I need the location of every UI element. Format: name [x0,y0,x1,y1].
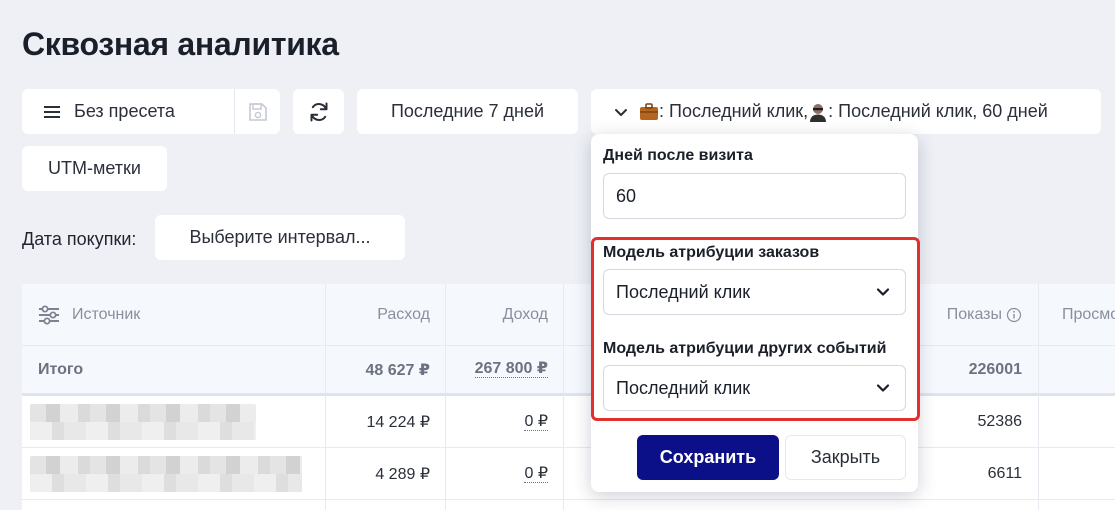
source-name-blurred [30,456,302,492]
row-impressions: 6611 [987,465,1022,482]
expense-header-label: Расход [377,306,430,323]
totals-impressions: 226001 [968,360,1022,378]
days-value: 60 [616,185,637,206]
preset-select[interactable]: Без пресета [22,89,280,134]
column-divider [1038,284,1039,510]
days-after-visit-label: Дней после визита [603,147,753,164]
utm-label: UTM-метки [48,158,141,178]
info-icon[interactable] [1006,307,1022,323]
attribution-settings-popup: Дней после визита 60 Модель атрибуции за… [591,134,920,492]
row-impressions: 52386 [977,413,1023,430]
income-column-header[interactable]: Доход [446,284,548,346]
expense-column-header[interactable]: Расход [326,284,430,346]
source-header-label: Источник [72,306,141,323]
briefcase-icon [640,102,658,120]
analytics-table: Источник Расход Доход Показы Просмо Итог… [22,284,1115,510]
orders-attribution-model-select[interactable]: Последний клик [603,269,906,315]
menu-icon [44,103,60,121]
purchase-date-label: Дата покупки: [22,229,137,249]
chevron-down-icon [876,384,890,392]
impressions-column-header[interactable]: Показы [918,284,1022,346]
table-header: Источник Расход Доход Показы Просмо [22,284,1115,346]
refresh-button[interactable] [293,89,344,134]
page-title: Сквозная аналитика [22,26,339,62]
totals-label: Итого [38,360,84,378]
column-divider [445,284,446,510]
row-income[interactable]: 0 ₽ [524,413,548,431]
row-income-cell[interactable]: 0 ₽ [446,448,548,500]
utm-tags-button[interactable]: UTM-метки [22,146,167,191]
impressions-header-label: Показы [946,306,1002,323]
days-after-visit-input[interactable]: 60 [603,173,906,219]
totals-income[interactable]: 267 800 ₽ [474,361,548,378]
close-button[interactable]: Закрыть [785,435,906,480]
row-expense: 14 224 ₽ [366,414,430,431]
totals-expense: 48 627 ₽ [365,361,430,379]
table-row: 4 289 ₽ 0 ₽ 6611 [22,448,1115,500]
totals-income-cell[interactable]: 267 800 ₽ [446,346,548,393]
row-expense: 4 289 ₽ [375,466,430,483]
views-header-label: Просмо [1062,306,1115,323]
source-column-header[interactable]: Источник [38,284,318,346]
income-header-label: Доход [502,306,548,323]
column-settings-icon [39,305,59,325]
period-label: Последние 7 дней [390,101,545,121]
save-preset-button[interactable] [234,89,280,134]
table-row: 14 224 ₽ 0 ₽ 52386 [22,396,1115,448]
refresh-icon [310,102,327,121]
floppy-disk-icon [248,102,267,121]
events-attribution-text: : Последний клик, 60 дней [828,101,1048,121]
date-interval-picker[interactable]: Выберите интервал... [155,215,405,260]
orders-attribution-text: : Последний клик, [659,101,809,121]
column-divider [563,284,564,510]
save-button[interactable]: Сохранить [637,435,779,480]
period-select[interactable]: Последние 7 дней [357,89,578,134]
row-income[interactable]: 0 ₽ [524,465,548,483]
source-name-blurred [30,404,256,440]
chevron-down-icon [876,288,890,296]
preset-label: Без пресета [74,101,175,121]
row-income-cell[interactable]: 0 ₽ [446,396,548,448]
events-model-value: Последний клик [616,377,751,398]
attribution-settings-button[interactable]: : Последний клик, : Последний клик, 60 д… [591,89,1101,134]
orders-attribution-model-label: Модель атрибуции заказов [603,244,820,261]
chevron-down-icon [615,108,627,116]
totals-row: Итого 48 627 ₽ 267 800 ₽ 226001 [22,346,1115,396]
events-attribution-model-label: Модель атрибуции других событий [603,340,887,357]
orders-model-value: Последний клик [616,281,751,302]
views-column-header[interactable]: Просмо [1062,284,1115,346]
date-interval-text: Выберите интервал... [189,227,371,247]
events-attribution-model-select[interactable]: Последний клик [603,365,906,411]
person-icon [810,103,827,122]
column-divider [325,284,326,510]
